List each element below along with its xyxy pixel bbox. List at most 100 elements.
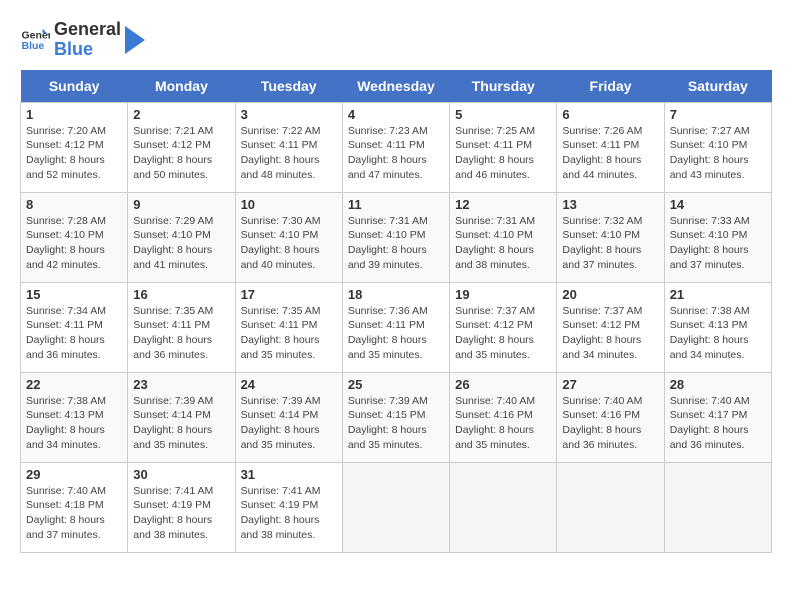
- empty-cell: [342, 462, 449, 552]
- day-number: 10: [241, 197, 337, 212]
- empty-cell: [664, 462, 771, 552]
- day-number: 18: [348, 287, 444, 302]
- day-cell-7: 7 Sunrise: 7:27 AMSunset: 4:10 PMDaylight…: [664, 102, 771, 192]
- day-info: Sunrise: 7:22 AMSunset: 4:11 PMDaylight:…: [241, 124, 337, 183]
- day-info: Sunrise: 7:41 AMSunset: 4:19 PMDaylight:…: [133, 484, 229, 543]
- svg-text:Blue: Blue: [22, 40, 45, 52]
- day-header-sunday: Sunday: [21, 70, 128, 103]
- day-info: Sunrise: 7:40 AMSunset: 4:16 PMDaylight:…: [562, 394, 658, 453]
- day-info: Sunrise: 7:26 AMSunset: 4:11 PMDaylight:…: [562, 124, 658, 183]
- day-header-friday: Friday: [557, 70, 664, 103]
- day-cell-20: 20Sunrise: 7:37 AMSunset: 4:12 PMDayligh…: [557, 282, 664, 372]
- day-number: 17: [241, 287, 337, 302]
- calendar-header-row: SundayMondayTuesdayWednesdayThursdayFrid…: [21, 70, 772, 103]
- header: General Blue General Blue: [20, 20, 772, 60]
- day-number: 7: [670, 107, 766, 122]
- day-cell-11: 11 Sunrise: 7:31 AMSunset: 4:10 PMDayligh…: [342, 192, 449, 282]
- day-number: 5: [455, 107, 551, 122]
- day-info: Sunrise: 7:40 AMSunset: 4:16 PMDaylight:…: [455, 394, 551, 453]
- day-number: 26: [455, 377, 551, 392]
- logo-blue: Blue: [54, 40, 121, 60]
- day-cell-18: 18 Sunrise: 7:36 AMSunset: 4:11 PMDayligh…: [342, 282, 449, 372]
- day-cell-26: 26 Sunrise: 7:40 AMSunset: 4:16 PMDayligh…: [450, 372, 557, 462]
- day-header-saturday: Saturday: [664, 70, 771, 103]
- day-number: 25: [348, 377, 444, 392]
- day-number: 29: [26, 467, 122, 482]
- empty-cell: [557, 462, 664, 552]
- day-cell-23: 23Sunrise: 7:39 AMSunset: 4:14 PMDayligh…: [128, 372, 235, 462]
- day-info: Sunrise: 7:33 AMSunset: 4:10 PMDaylight:…: [670, 214, 766, 273]
- day-info: Sunrise: 7:34 AMSunset: 4:11 PMDaylight:…: [26, 304, 122, 363]
- day-info: Sunrise: 7:36 AMSunset: 4:11 PMDaylight:…: [348, 304, 444, 363]
- calendar-body: 1 Sunrise: 7:20 AMSunset: 4:12 PMDaylight…: [21, 102, 772, 552]
- day-number: 3: [241, 107, 337, 122]
- calendar-table: SundayMondayTuesdayWednesdayThursdayFrid…: [20, 70, 772, 553]
- day-number: 14: [670, 197, 766, 212]
- day-info: Sunrise: 7:40 AMSunset: 4:17 PMDaylight:…: [670, 394, 766, 453]
- day-cell-21: 21Sunrise: 7:38 AMSunset: 4:13 PMDayligh…: [664, 282, 771, 372]
- day-cell-28: 28 Sunrise: 7:40 AMSunset: 4:17 PMDayligh…: [664, 372, 771, 462]
- day-info: Sunrise: 7:29 AMSunset: 4:10 PMDaylight:…: [133, 214, 229, 273]
- day-cell-12: 12Sunrise: 7:31 AMSunset: 4:10 PMDayligh…: [450, 192, 557, 282]
- day-info: Sunrise: 7:21 AMSunset: 4:12 PMDaylight:…: [133, 124, 229, 183]
- day-info: Sunrise: 7:38 AMSunset: 4:13 PMDaylight:…: [26, 394, 122, 453]
- day-cell-3: 3 Sunrise: 7:22 AMSunset: 4:11 PMDaylight…: [235, 102, 342, 192]
- day-info: Sunrise: 7:30 AMSunset: 4:10 PMDaylight:…: [241, 214, 337, 273]
- day-number: 21: [670, 287, 766, 302]
- day-info: Sunrise: 7:32 AMSunset: 4:10 PMDaylight:…: [562, 214, 658, 273]
- day-cell-31: 31 Sunrise: 7:41 AMSunset: 4:19 PMDayligh…: [235, 462, 342, 552]
- calendar-week-2: 8Sunrise: 7:28 AMSunset: 4:10 PMDaylight…: [21, 192, 772, 282]
- day-info: Sunrise: 7:39 AMSunset: 4:14 PMDaylight:…: [241, 394, 337, 453]
- day-number: 13: [562, 197, 658, 212]
- day-number: 6: [562, 107, 658, 122]
- day-info: Sunrise: 7:20 AMSunset: 4:12 PMDaylight:…: [26, 124, 122, 183]
- day-info: Sunrise: 7:39 AMSunset: 4:15 PMDaylight:…: [348, 394, 444, 453]
- day-cell-8: 8Sunrise: 7:28 AMSunset: 4:10 PMDaylight…: [21, 192, 128, 282]
- day-info: Sunrise: 7:27 AMSunset: 4:10 PMDaylight:…: [670, 124, 766, 183]
- day-cell-16: 16Sunrise: 7:35 AMSunset: 4:11 PMDayligh…: [128, 282, 235, 372]
- calendar-week-4: 22 Sunrise: 7:38 AMSunset: 4:13 PMDayligh…: [21, 372, 772, 462]
- day-number: 20: [562, 287, 658, 302]
- logo-general: General: [54, 20, 121, 40]
- day-cell-17: 17 Sunrise: 7:35 AMSunset: 4:11 PMDayligh…: [235, 282, 342, 372]
- day-cell-22: 22 Sunrise: 7:38 AMSunset: 4:13 PMDayligh…: [21, 372, 128, 462]
- day-info: Sunrise: 7:35 AMSunset: 4:11 PMDaylight:…: [133, 304, 229, 363]
- logo-icon: General Blue: [20, 25, 50, 55]
- day-number: 23: [133, 377, 229, 392]
- day-info: Sunrise: 7:35 AMSunset: 4:11 PMDaylight:…: [241, 304, 337, 363]
- calendar-week-3: 15Sunrise: 7:34 AMSunset: 4:11 PMDayligh…: [21, 282, 772, 372]
- day-number: 24: [241, 377, 337, 392]
- day-cell-9: 9 Sunrise: 7:29 AMSunset: 4:10 PMDaylight…: [128, 192, 235, 282]
- day-number: 12: [455, 197, 551, 212]
- day-number: 8: [26, 197, 122, 212]
- day-number: 28: [670, 377, 766, 392]
- day-cell-10: 10 Sunrise: 7:30 AMSunset: 4:10 PMDayligh…: [235, 192, 342, 282]
- day-info: Sunrise: 7:23 AMSunset: 4:11 PMDaylight:…: [348, 124, 444, 183]
- day-info: Sunrise: 7:40 AMSunset: 4:18 PMDaylight:…: [26, 484, 122, 543]
- day-cell-24: 24 Sunrise: 7:39 AMSunset: 4:14 PMDayligh…: [235, 372, 342, 462]
- day-info: Sunrise: 7:41 AMSunset: 4:19 PMDaylight:…: [241, 484, 337, 543]
- day-cell-30: 30 Sunrise: 7:41 AMSunset: 4:19 PMDayligh…: [128, 462, 235, 552]
- day-number: 9: [133, 197, 229, 212]
- day-cell-14: 14 Sunrise: 7:33 AMSunset: 4:10 PMDayligh…: [664, 192, 771, 282]
- day-cell-2: 2 Sunrise: 7:21 AMSunset: 4:12 PMDaylight…: [128, 102, 235, 192]
- day-number: 31: [241, 467, 337, 482]
- day-number: 11: [348, 197, 444, 212]
- day-header-tuesday: Tuesday: [235, 70, 342, 103]
- day-info: Sunrise: 7:31 AMSunset: 4:10 PMDaylight:…: [348, 214, 444, 273]
- empty-cell: [450, 462, 557, 552]
- day-header-wednesday: Wednesday: [342, 70, 449, 103]
- day-number: 2: [133, 107, 229, 122]
- day-number: 1: [26, 107, 122, 122]
- day-number: 30: [133, 467, 229, 482]
- day-cell-15: 15Sunrise: 7:34 AMSunset: 4:11 PMDayligh…: [21, 282, 128, 372]
- day-number: 22: [26, 377, 122, 392]
- day-number: 19: [455, 287, 551, 302]
- day-info: Sunrise: 7:25 AMSunset: 4:11 PMDaylight:…: [455, 124, 551, 183]
- day-cell-25: 25 Sunrise: 7:39 AMSunset: 4:15 PMDayligh…: [342, 372, 449, 462]
- calendar-week-5: 29 Sunrise: 7:40 AMSunset: 4:18 PMDayligh…: [21, 462, 772, 552]
- day-cell-5: 5 Sunrise: 7:25 AMSunset: 4:11 PMDaylight…: [450, 102, 557, 192]
- day-cell-19: 19Sunrise: 7:37 AMSunset: 4:12 PMDayligh…: [450, 282, 557, 372]
- day-cell-4: 4Sunrise: 7:23 AMSunset: 4:11 PMDaylight…: [342, 102, 449, 192]
- day-cell-6: 6 Sunrise: 7:26 AMSunset: 4:11 PMDaylight…: [557, 102, 664, 192]
